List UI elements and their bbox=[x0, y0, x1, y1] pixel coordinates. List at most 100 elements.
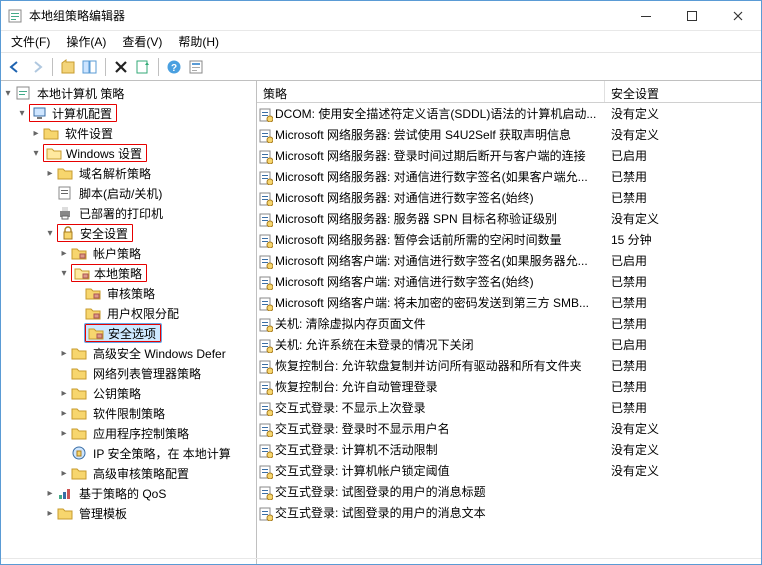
tree-computer-config[interactable]: ▾ 计算机配置 bbox=[1, 103, 256, 123]
tree-security-options[interactable]: ▸ 安全选项 bbox=[1, 323, 256, 343]
tree-root[interactable]: ▾ 本地计算机 策略 bbox=[1, 83, 256, 103]
policy-row[interactable]: DCOM: 使用安全描述符定义语言(SDDL)语法的计算机启动...没有定义 bbox=[257, 103, 761, 124]
policy-row[interactable]: 恢复控制台: 允许自动管理登录已禁用 bbox=[257, 376, 761, 397]
policy-row[interactable]: Microsoft 网络服务器: 暂停会话前所需的空闲时间数量 15 分钟 bbox=[257, 229, 761, 250]
policy-row[interactable]: 恢复控制台: 允许软盘复制并访问所有驱动器和所有文件夹已禁用 bbox=[257, 355, 761, 376]
policy-setting: 已禁用 bbox=[611, 170, 647, 184]
expand-icon[interactable]: ▸ bbox=[57, 408, 71, 419]
expand-icon[interactable]: ▸ bbox=[57, 348, 71, 359]
folder-icon bbox=[43, 125, 59, 141]
titlebar: 本地组策略编辑器 bbox=[1, 1, 761, 31]
maximize-button[interactable] bbox=[669, 1, 715, 30]
policy-rows: DCOM: 使用安全描述符定义语言(SDDL)语法的计算机启动...没有定义Mi… bbox=[257, 103, 761, 523]
policy-row[interactable]: 关机: 允许系统在未登录的情况下关闭已启用 bbox=[257, 334, 761, 355]
policy-setting: 没有定义 bbox=[611, 443, 659, 457]
policy-name: 交互式登录: 登录时不显示用户名 bbox=[275, 422, 450, 436]
tree-ipsec[interactable]: ▸ IP 安全策略，在 本地计算 bbox=[1, 443, 256, 463]
policy-row[interactable]: Microsoft 网络服务器: 登录时间过期后断开与客户端的连接已启用 bbox=[257, 145, 761, 166]
expand-icon[interactable]: ▸ bbox=[57, 248, 71, 259]
properties-button[interactable] bbox=[186, 57, 206, 77]
expand-icon[interactable]: ▸ bbox=[57, 388, 71, 399]
tree-adv-audit[interactable]: ▸ 高级审核策略配置 bbox=[1, 463, 256, 483]
policy-row[interactable]: Microsoft 网络客户端: 对通信进行数字签名(始终)已禁用 bbox=[257, 271, 761, 292]
list-pane[interactable]: 策略 安全设置 DCOM: 使用安全描述符定义语言(SDDL)语法的计算机启动.… bbox=[257, 81, 761, 558]
tree-local-policy[interactable]: ▾ 本地策略 bbox=[1, 263, 256, 283]
menu-help[interactable]: 帮助(H) bbox=[172, 31, 225, 52]
policy-row[interactable]: 交互式登录: 计算机帐户锁定阈值没有定义 bbox=[257, 460, 761, 481]
policy-item-icon bbox=[259, 213, 273, 227]
tree-printers[interactable]: ▸ 已部署的打印机 bbox=[1, 203, 256, 223]
tree-scripts[interactable]: ▸ 脚本(启动/关机) bbox=[1, 183, 256, 203]
expand-icon[interactable]: ▸ bbox=[29, 128, 43, 139]
expand-icon[interactable]: ▾ bbox=[43, 228, 57, 239]
policy-setting: 已禁用 bbox=[611, 359, 647, 373]
tree-software-restrict[interactable]: ▸ 软件限制策略 bbox=[1, 403, 256, 423]
tree-label: 用户权限分配 bbox=[107, 305, 179, 322]
help-button[interactable]: ? bbox=[164, 57, 184, 77]
expand-icon[interactable]: ▸ bbox=[57, 468, 71, 479]
tree-dns-policy[interactable]: ▸ 域名解析策略 bbox=[1, 163, 256, 183]
tree-user-rights[interactable]: ▸ 用户权限分配 bbox=[1, 303, 256, 323]
close-button[interactable] bbox=[715, 1, 761, 30]
tree-account-policy[interactable]: ▸ 帐户策略 bbox=[1, 243, 256, 263]
tree-security-settings[interactable]: ▾ 安全设置 bbox=[1, 223, 256, 243]
tree-windows-settings[interactable]: ▾ Windows 设置 bbox=[1, 143, 256, 163]
policy-row[interactable]: 交互式登录: 不显示上次登录已禁用 bbox=[257, 397, 761, 418]
policy-root-icon bbox=[15, 85, 31, 101]
tree-policy-qos[interactable]: ▸ 基于策略的 QoS bbox=[1, 483, 256, 503]
expand-icon[interactable]: ▸ bbox=[57, 428, 71, 439]
policy-row[interactable]: 交互式登录: 计算机不活动限制 没有定义 bbox=[257, 439, 761, 460]
tree-app-control[interactable]: ▸ 应用程序控制策略 bbox=[1, 423, 256, 443]
menu-action[interactable]: 操作(A) bbox=[60, 31, 112, 52]
folder-icon bbox=[57, 505, 73, 521]
expand-icon[interactable]: ▸ bbox=[43, 168, 57, 179]
policy-row[interactable]: Microsoft 网络客户端: 对通信进行数字签名(如果服务器允...已启用 bbox=[257, 250, 761, 271]
policy-item-icon bbox=[259, 465, 273, 479]
expand-icon[interactable]: ▸ bbox=[43, 508, 57, 519]
tree-pane[interactable]: ▾ 本地计算机 策略 ▾ 计算机配置 ▸ 软件设置 ▾ bbox=[1, 81, 257, 558]
menu-view[interactable]: 查看(V) bbox=[116, 31, 168, 52]
tree-windows-defender[interactable]: ▸ 高级安全 Windows Defer bbox=[1, 343, 256, 363]
policy-row[interactable]: 交互式登录: 试图登录的用户的消息文本 bbox=[257, 502, 761, 523]
policy-setting: 没有定义 bbox=[611, 212, 659, 226]
tree-audit-policy[interactable]: ▸ 审核策略 bbox=[1, 283, 256, 303]
policy-name: 交互式登录: 计算机不活动限制 bbox=[275, 443, 438, 457]
expand-icon[interactable]: ▸ bbox=[43, 488, 57, 499]
policy-setting: 15 分钟 bbox=[611, 233, 652, 247]
minimize-button[interactable] bbox=[623, 1, 669, 30]
tree-admin-templates[interactable]: ▸ 管理模板 bbox=[1, 503, 256, 523]
menu-file[interactable]: 文件(F) bbox=[5, 31, 56, 52]
show-hide-button[interactable] bbox=[80, 57, 100, 77]
col-header-policy[interactable]: 策略 bbox=[257, 81, 605, 102]
policy-row[interactable]: Microsoft 网络服务器: 尝试使用 S4U2Self 获取声明信息没有定… bbox=[257, 124, 761, 145]
export-button[interactable] bbox=[133, 57, 153, 77]
policy-row[interactable]: Microsoft 网络客户端: 将未加密的密码发送到第三方 SMB...已禁用 bbox=[257, 292, 761, 313]
tree-label: 安全设置 bbox=[80, 225, 128, 242]
tree-netlist-policy[interactable]: ▸ 网络列表管理器策略 bbox=[1, 363, 256, 383]
policy-row[interactable]: Microsoft 网络服务器: 服务器 SPN 目标名称验证级别没有定义 bbox=[257, 208, 761, 229]
back-button[interactable] bbox=[5, 57, 25, 77]
policy-name: Microsoft 网络服务器: 暂停会话前所需的空闲时间数量 bbox=[275, 233, 562, 247]
tree-software-settings[interactable]: ▸ 软件设置 bbox=[1, 123, 256, 143]
expand-icon[interactable]: ▾ bbox=[15, 108, 29, 119]
expand-icon[interactable]: ▾ bbox=[57, 268, 71, 279]
col-header-setting[interactable]: 安全设置 bbox=[605, 81, 761, 102]
policy-setting: 已启用 bbox=[611, 254, 647, 268]
policy-name: Microsoft 网络客户端: 将未加密的密码发送到第三方 SMB... bbox=[275, 296, 589, 310]
policy-setting: 没有定义 bbox=[611, 422, 659, 436]
forward-button[interactable] bbox=[27, 57, 47, 77]
policy-row[interactable]: Microsoft 网络服务器: 对通信进行数字签名(如果客户端允...已禁用 bbox=[257, 166, 761, 187]
delete-button[interactable] bbox=[111, 57, 131, 77]
expand-icon[interactable]: ▾ bbox=[29, 148, 43, 159]
expand-icon[interactable]: ▾ bbox=[1, 88, 15, 99]
up-button[interactable] bbox=[58, 57, 78, 77]
app-window: 本地组策略编辑器 文件(F) 操作(A) 查看(V) 帮助(H) ? ▾ bbox=[0, 0, 762, 565]
tree-pubkey-policy[interactable]: ▸ 公钥策略 bbox=[1, 383, 256, 403]
separator bbox=[52, 58, 53, 76]
list-header: 策略 安全设置 bbox=[257, 81, 761, 103]
tree-label: 审核策略 bbox=[107, 285, 155, 302]
policy-row[interactable]: 交互式登录: 登录时不显示用户名 没有定义 bbox=[257, 418, 761, 439]
policy-row[interactable]: 交互式登录: 试图登录的用户的消息标题 bbox=[257, 481, 761, 502]
policy-row[interactable]: Microsoft 网络服务器: 对通信进行数字签名(始终)已禁用 bbox=[257, 187, 761, 208]
policy-row[interactable]: 关机: 清除虚拟内存页面文件已禁用 bbox=[257, 313, 761, 334]
